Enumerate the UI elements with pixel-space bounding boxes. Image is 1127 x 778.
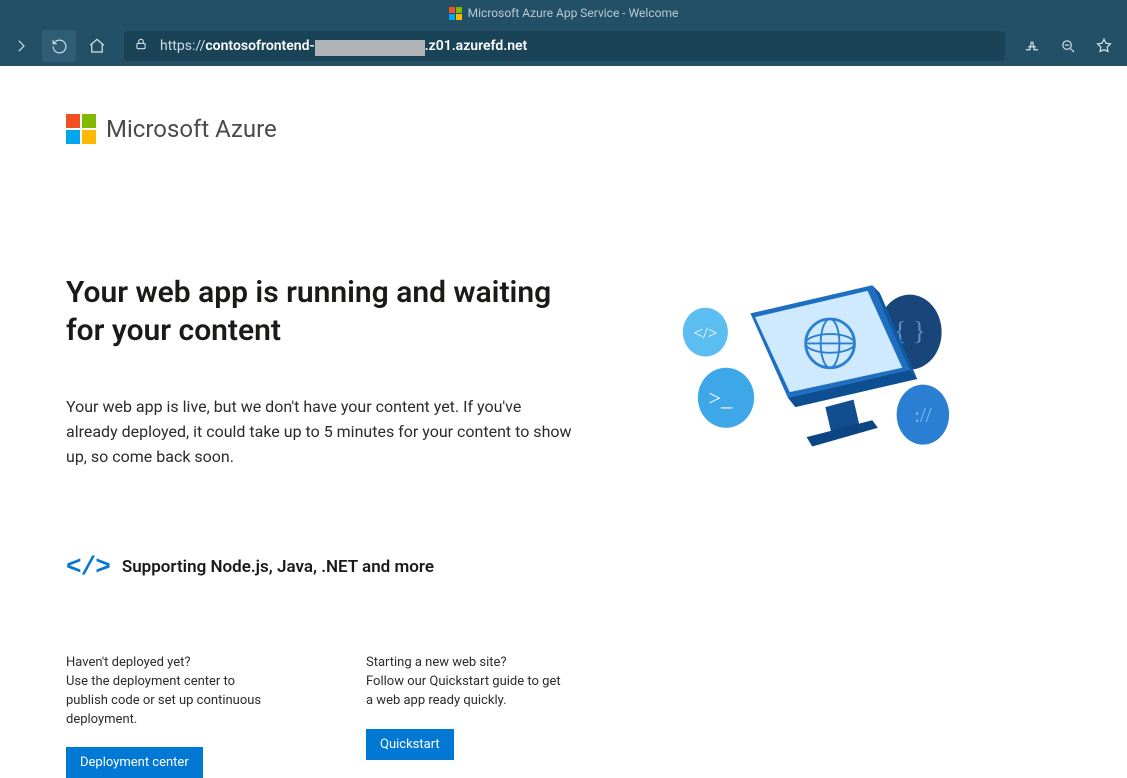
url-redacted-segment — [315, 40, 425, 56]
url-text: https://contosofrontend-.z01.azurefd.net — [160, 38, 527, 54]
hero-paragraph: Your web app is live, but we don't have … — [66, 395, 576, 469]
azure-logo-text: Microsoft Azure — [106, 115, 277, 143]
azure-logo: Microsoft Azure — [66, 114, 1127, 144]
supporting-row: </> Supporting Node.js, Java, .NET and m… — [66, 552, 1127, 582]
home-button[interactable] — [80, 30, 114, 62]
microsoft-logo-icon — [66, 114, 96, 144]
quickstart-button[interactable]: Quickstart — [366, 729, 454, 760]
tab-title-text: Microsoft Azure App Service - Welcome — [468, 6, 679, 20]
svg-text:>_: >_ — [708, 385, 733, 410]
forward-button[interactable] — [4, 30, 38, 62]
browser-toolbar: https://contosofrontend-.z01.azurefd.net — [0, 26, 1127, 66]
supporting-text: Supporting Node.js, Java, .NET and more — [122, 557, 434, 577]
refresh-button[interactable] — [42, 30, 76, 62]
quickstart-column: Starting a new web site? Follow our Quic… — [366, 654, 566, 778]
address-bar[interactable]: https://contosofrontend-.z01.azurefd.net — [124, 31, 1005, 61]
hero-heading: Your web app is running and waiting for … — [66, 274, 586, 349]
svg-text:://: :// — [914, 405, 931, 427]
code-icon: </> — [66, 552, 110, 582]
page-content: Microsoft Azure Your web app is running … — [0, 66, 1127, 778]
quickstart-text: Starting a new web site? Follow our Quic… — [366, 654, 566, 711]
svg-text:</>: </> — [694, 324, 718, 343]
browser-tab-bar: Microsoft Azure App Service - Welcome — [0, 0, 1127, 26]
deployment-center-button[interactable]: Deployment center — [66, 747, 203, 778]
deploy-text: Haven't deployed yet? Use the deployment… — [66, 654, 266, 729]
read-aloud-icon[interactable] — [1015, 30, 1049, 62]
lock-icon — [134, 37, 148, 55]
hero-illustration: { } :// </> >_ — [666, 274, 966, 484]
favorites-icon[interactable] — [1087, 30, 1121, 62]
microsoft-favicon — [449, 7, 462, 20]
zoom-icon[interactable] — [1051, 30, 1085, 62]
browser-tab[interactable]: Microsoft Azure App Service - Welcome — [449, 6, 679, 20]
deploy-column: Haven't deployed yet? Use the deployment… — [66, 654, 266, 778]
